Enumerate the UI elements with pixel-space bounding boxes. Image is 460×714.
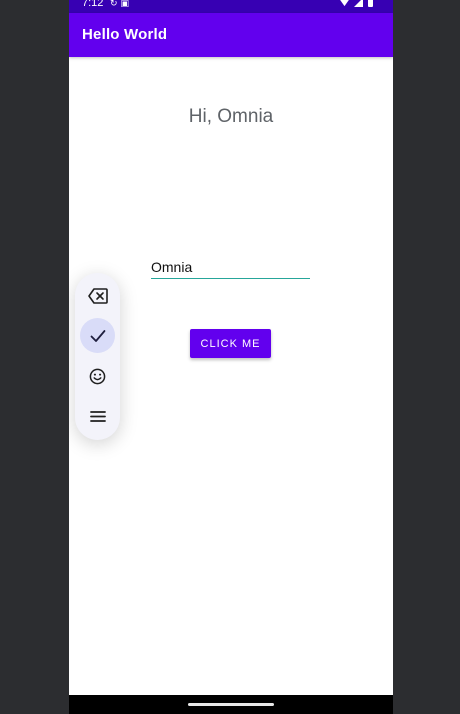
phone-screen: 7:12 ↻▣ Hello World Hi, Omnia Click me bbox=[69, 0, 393, 714]
app-bar: Hello World bbox=[69, 13, 393, 57]
check-button[interactable] bbox=[80, 318, 115, 353]
notification-icon: ▣ bbox=[120, 0, 133, 8]
status-right-icons bbox=[340, 0, 373, 7]
status-left-icons: ↻▣ bbox=[110, 0, 132, 8]
backspace-button[interactable] bbox=[80, 278, 115, 313]
check-icon bbox=[90, 329, 105, 342]
signal-icon bbox=[354, 0, 363, 7]
status-bar: 7:12 ↻▣ bbox=[69, 0, 393, 13]
sync-icon: ↻ bbox=[110, 0, 121, 8]
wifi-icon bbox=[340, 0, 349, 7]
greeting-text: Hi, Omnia bbox=[188, 106, 274, 127]
battery-icon bbox=[368, 0, 373, 7]
emoji-button[interactable] bbox=[80, 359, 115, 394]
home-gesture-handle[interactable] bbox=[188, 703, 274, 706]
floating-toolbar bbox=[75, 273, 120, 440]
name-input[interactable] bbox=[151, 255, 310, 279]
emoji-icon bbox=[89, 368, 106, 385]
click-me-button[interactable]: Click me bbox=[190, 329, 271, 358]
menu-button[interactable] bbox=[80, 399, 115, 434]
status-time: 7:12 bbox=[82, 0, 104, 9]
app-title: Hello World bbox=[82, 26, 168, 43]
navigation-bar bbox=[69, 695, 393, 714]
backspace-icon bbox=[87, 287, 108, 304]
menu-icon bbox=[89, 411, 106, 422]
